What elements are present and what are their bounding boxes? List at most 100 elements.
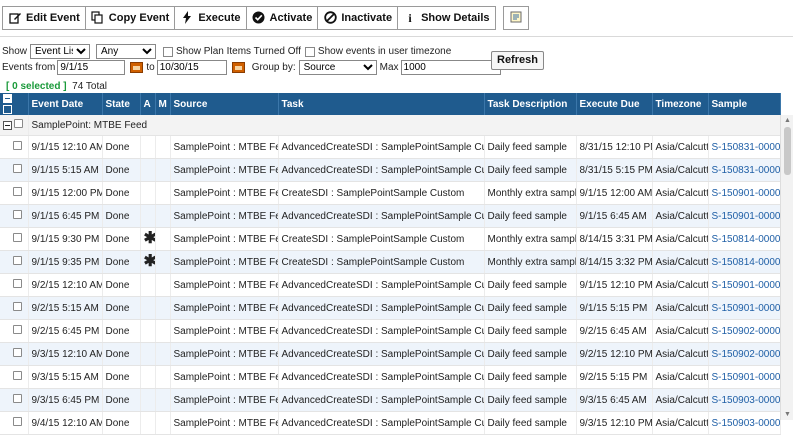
scrollbar-thumb[interactable] xyxy=(784,127,791,175)
row-checkbox[interactable] xyxy=(13,256,22,265)
row-checkbox[interactable] xyxy=(13,302,22,311)
sample-link[interactable]: S-150901-00009 xyxy=(708,365,781,389)
refresh-button[interactable]: Refresh xyxy=(491,51,544,70)
table-row[interactable]: 9/1/15 6:45 PMDone SamplePoint : MTBE Fee… xyxy=(0,204,781,228)
plan-items-checkbox[interactable] xyxy=(163,46,174,57)
sample-link[interactable]: S-150903-00004 xyxy=(708,388,781,412)
header-select[interactable] xyxy=(0,93,29,115)
scroll-down-icon[interactable]: ▼ xyxy=(784,411,791,418)
row-checkbox[interactable] xyxy=(13,187,22,196)
sample-link[interactable]: S-150901-00001 xyxy=(708,181,781,205)
sample-link[interactable]: S-150814-00006 xyxy=(708,250,781,274)
scroll-up-icon[interactable]: ▲ xyxy=(784,117,791,124)
edit-event-button[interactable]: Edit Event xyxy=(2,6,86,30)
table-row[interactable]: 9/2/15 5:15 AMDone SamplePoint : MTBE Fee… xyxy=(0,296,781,320)
activate-button[interactable]: Activate xyxy=(245,6,319,30)
execute-due-cell: 8/31/15 12:10 PM xyxy=(576,135,653,159)
task-cell: CreateSDI : SamplePointSample Custom xyxy=(278,227,485,251)
group-by-select[interactable]: Source xyxy=(298,60,377,75)
calendar-icon[interactable] xyxy=(231,62,245,73)
row-checkbox[interactable] xyxy=(13,141,22,150)
timezone-checkbox[interactable] xyxy=(304,46,315,57)
table-row[interactable]: 9/4/15 12:10 AMDone SamplePoint : MTBE Fe… xyxy=(0,411,781,435)
column-task[interactable]: Task xyxy=(278,93,485,115)
a-cell xyxy=(140,296,156,320)
source-cell: SamplePoint : MTBE Feed xyxy=(170,181,279,205)
column-m[interactable]: M xyxy=(155,93,171,115)
collapse-all-icon[interactable] xyxy=(3,93,12,103)
row-checkbox[interactable] xyxy=(13,164,22,173)
from-date-input[interactable] xyxy=(57,60,126,75)
event-date-cell: 9/2/15 6:45 PM xyxy=(28,319,103,343)
row-checkbox[interactable] xyxy=(13,417,22,426)
table-row[interactable]: 9/1/15 12:00 PMDone SamplePoint : MTBE Fe… xyxy=(0,181,781,205)
table-row[interactable]: 9/2/15 12:10 AMDone SamplePoint : MTBE Fe… xyxy=(0,273,781,297)
table-row[interactable]: 9/3/15 12:10 AMDone SamplePoint : MTBE Fe… xyxy=(0,342,781,366)
column-a[interactable]: A xyxy=(140,93,156,115)
sample-link[interactable]: S-150902-00004 xyxy=(708,319,781,343)
any-select[interactable]: Any xyxy=(96,44,157,59)
group-by-label: Group by: xyxy=(251,62,296,73)
total-count: 74 Total xyxy=(72,81,107,92)
sample-link[interactable]: S-150903-00005 xyxy=(708,411,781,435)
show-select[interactable]: Event List xyxy=(30,44,91,59)
table-row[interactable]: 9/1/15 9:30 PMDone✱ SamplePoint : MTBE Fe… xyxy=(0,227,781,251)
sample-link[interactable]: S-150901-00004 xyxy=(708,273,781,297)
notes-icon xyxy=(509,10,523,27)
table-row[interactable]: 9/1/15 9:35 PMDone✱ SamplePoint : MTBE Fe… xyxy=(0,250,781,274)
copy-event-button[interactable]: Copy Event xyxy=(84,6,176,30)
task-description-cell: Daily feed sample xyxy=(484,273,577,297)
table-row[interactable]: 9/3/15 5:15 AMDone SamplePoint : MTBE Fee… xyxy=(0,365,781,389)
column-event-date[interactable]: Event Date xyxy=(28,93,103,115)
sample-link[interactable]: S-150831-00006 xyxy=(708,135,781,159)
row-checkbox-cell xyxy=(0,273,29,297)
vertical-scrollbar[interactable]: ▲ ▼ xyxy=(780,115,793,420)
timezone-cell: Asia/Calcutta xyxy=(652,342,709,366)
sample-link[interactable]: S-150901-00003 xyxy=(708,204,781,228)
calendar-icon[interactable] xyxy=(130,62,144,73)
task-cell: AdvancedCreateSDI : SamplePointSample Cu… xyxy=(278,319,485,343)
timezone-cell: Asia/Calcutta xyxy=(652,181,709,205)
group-checkbox[interactable] xyxy=(14,119,23,128)
show-details-label: Show Details xyxy=(421,12,490,24)
execute-button[interactable]: Execute xyxy=(174,6,247,30)
row-checkbox[interactable] xyxy=(13,210,22,219)
sample-link[interactable]: S-150814-00005 xyxy=(708,227,781,251)
filter-row-2: Events from to Group by: Source Max rows xyxy=(2,60,524,75)
column-timezone[interactable]: Timezone xyxy=(652,93,709,115)
notes-button[interactable] xyxy=(502,6,529,30)
row-checkbox[interactable] xyxy=(13,279,22,288)
sample-link[interactable]: S-150831-00009 xyxy=(708,158,781,182)
table-row[interactable]: 9/2/15 6:45 PMDone SamplePoint : MTBE Fee… xyxy=(0,319,781,343)
event-date-cell: 9/1/15 9:30 PM xyxy=(28,227,103,251)
row-checkbox[interactable] xyxy=(13,325,22,334)
row-checkbox-cell xyxy=(0,296,29,320)
state-cell: Done xyxy=(102,411,141,435)
execute-due-cell: 9/2/15 5:15 PM xyxy=(576,365,653,389)
column-execute-due[interactable]: Execute Due xyxy=(576,93,653,115)
table-row[interactable]: 9/1/15 12:10 AMDone SamplePoint : MTBE Fe… xyxy=(0,135,781,159)
collapse-group-icon[interactable] xyxy=(3,120,12,130)
column-source[interactable]: Source xyxy=(170,93,279,115)
row-checkbox[interactable] xyxy=(13,233,22,242)
select-all-checkbox[interactable] xyxy=(3,104,12,114)
row-checkbox[interactable] xyxy=(13,348,22,357)
column-sample[interactable]: Sample xyxy=(708,93,781,115)
max-rows-input[interactable] xyxy=(400,60,501,75)
show-details-button[interactable]: i Show Details xyxy=(397,6,496,30)
task-cell: AdvancedCreateSDI : SamplePointSample Cu… xyxy=(278,411,485,435)
column-task-description[interactable]: Task Description xyxy=(484,93,577,115)
row-checkbox[interactable] xyxy=(13,394,22,403)
group-select-cell xyxy=(0,115,29,136)
sample-link[interactable]: S-150902-00005 xyxy=(708,342,781,366)
column-state[interactable]: State xyxy=(102,93,141,115)
execute-due-cell: 8/14/15 3:31 PM xyxy=(576,227,653,251)
task-description-cell: Daily feed sample xyxy=(484,135,577,159)
inactivate-button[interactable]: Inactivate xyxy=(317,6,399,30)
table-row[interactable]: 9/1/15 5:15 AMDone SamplePoint : MTBE Fee… xyxy=(0,158,781,182)
sample-link[interactable]: S-150901-00007 xyxy=(708,296,781,320)
m-cell xyxy=(155,365,171,389)
table-row[interactable]: 9/3/15 6:45 PMDone SamplePoint : MTBE Fee… xyxy=(0,388,781,412)
row-checkbox[interactable] xyxy=(13,371,22,380)
to-date-input[interactable] xyxy=(156,60,227,75)
